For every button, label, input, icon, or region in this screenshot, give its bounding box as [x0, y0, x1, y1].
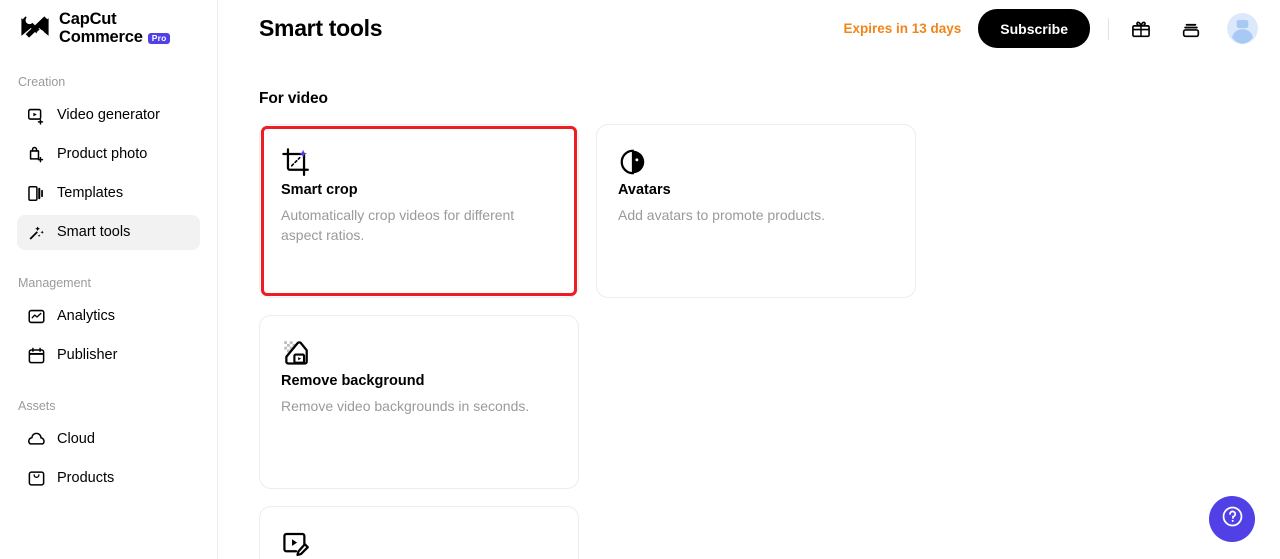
sidebar-section-label-management: Management: [18, 275, 91, 290]
sidebar-item-templates[interactable]: Templates: [17, 176, 200, 211]
remove-background-icon: [281, 341, 311, 372]
sidebar-item-cloud[interactable]: Cloud: [17, 422, 200, 457]
video-editor-icon: [281, 532, 311, 559]
sidebar-item-label: Cloud: [57, 431, 95, 448]
products-icon: [27, 469, 46, 488]
tool-card-title: Smart crop: [281, 182, 358, 198]
tool-card-title: Avatars: [618, 182, 671, 198]
sidebar-item-publisher[interactable]: Publisher: [17, 338, 200, 373]
templates-icon: [27, 184, 46, 203]
expiry-status-text: Expires in 13 days: [843, 21, 962, 36]
sidebar-item-label: Video generator: [57, 107, 160, 124]
top-bar-right: Expires in 13 days Subscribe: [843, 9, 1258, 48]
cloud-icon: [27, 430, 46, 449]
sidebar-item-product-photo[interactable]: Product photo: [17, 137, 200, 172]
sidebar-item-label: Product photo: [57, 146, 148, 163]
credits-icon[interactable]: [1177, 15, 1205, 43]
magic-wand-icon: [27, 223, 46, 242]
page-title: Smart tools: [259, 15, 383, 41]
user-avatar[interactable]: [1227, 13, 1258, 44]
card-grid-row-1: Smart crop Automatically crop videos for…: [259, 124, 1252, 489]
card-grid-row-2: Video editor Edit videos with ease.: [259, 506, 1252, 559]
sidebar-section-label-assets: Assets: [18, 398, 56, 413]
sidebar-item-products[interactable]: Products: [17, 461, 200, 496]
tool-card-title: Remove background: [281, 373, 425, 389]
gift-icon[interactable]: [1127, 15, 1155, 43]
sidebar-item-label: Analytics: [57, 308, 116, 325]
top-bar: Smart tools Expires in 13 days Subscribe: [218, 0, 1280, 57]
capcut-logo-icon: [18, 10, 52, 44]
tool-card-video-editor[interactable]: Video editor Edit videos with ease.: [259, 506, 579, 559]
tool-card-description: Remove video backgrounds in seconds.: [281, 398, 530, 414]
product-photo-icon: [27, 145, 46, 164]
logo-wordmark: CapCut Commerce Pro: [59, 9, 171, 47]
section-heading-for-video: For video: [259, 90, 328, 107]
tool-card-smart-crop[interactable]: Smart crop Automatically crop videos for…: [259, 124, 579, 298]
sidebar: CapCut Commerce Pro Creation Video gener…: [0, 0, 218, 559]
analytics-icon: [27, 307, 46, 326]
avatar-face-icon: [618, 149, 648, 181]
sidebar-item-label: Publisher: [57, 347, 118, 364]
top-bar-divider: [1108, 17, 1109, 40]
subscribe-button[interactable]: Subscribe: [978, 9, 1090, 48]
main-content: Smart tools Expires in 13 days Subscribe: [218, 0, 1280, 559]
tool-card-description: Add avatars to promote products.: [618, 207, 825, 223]
help-button[interactable]: [1209, 496, 1255, 542]
smart-crop-icon: [281, 148, 311, 181]
tool-card-description: Automatically crop videos for different …: [281, 207, 515, 243]
tool-card-remove-background[interactable]: Remove background Remove video backgroun…: [259, 315, 579, 489]
sidebar-item-label: Smart tools: [57, 224, 131, 241]
sidebar-item-analytics[interactable]: Analytics: [17, 299, 200, 334]
app-logo[interactable]: CapCut Commerce Pro: [0, 0, 217, 47]
app-root: CapCut Commerce Pro Creation Video gener…: [0, 0, 1280, 559]
sidebar-item-smart-tools[interactable]: Smart tools: [17, 214, 200, 250]
pro-badge: Pro: [147, 32, 171, 45]
sidebar-item-label: Templates: [57, 185, 124, 202]
sidebar-section-label-creation: Creation: [18, 74, 66, 89]
tools-content: For video Smart crop Automatically crop …: [218, 90, 1280, 559]
sidebar-item-label: Products: [57, 470, 115, 487]
tool-card-avatars[interactable]: Avatars Add avatars to promote products.: [596, 124, 916, 298]
logo-line-2: Commerce Pro: [59, 28, 171, 47]
logo-commerce-text: Commerce: [59, 28, 143, 47]
sidebar-item-video-generator[interactable]: Video generator: [17, 98, 200, 133]
logo-line-1: CapCut: [59, 10, 117, 28]
video-generator-icon: [27, 106, 46, 125]
calendar-icon: [27, 346, 46, 365]
help-question-icon: [1220, 504, 1245, 534]
